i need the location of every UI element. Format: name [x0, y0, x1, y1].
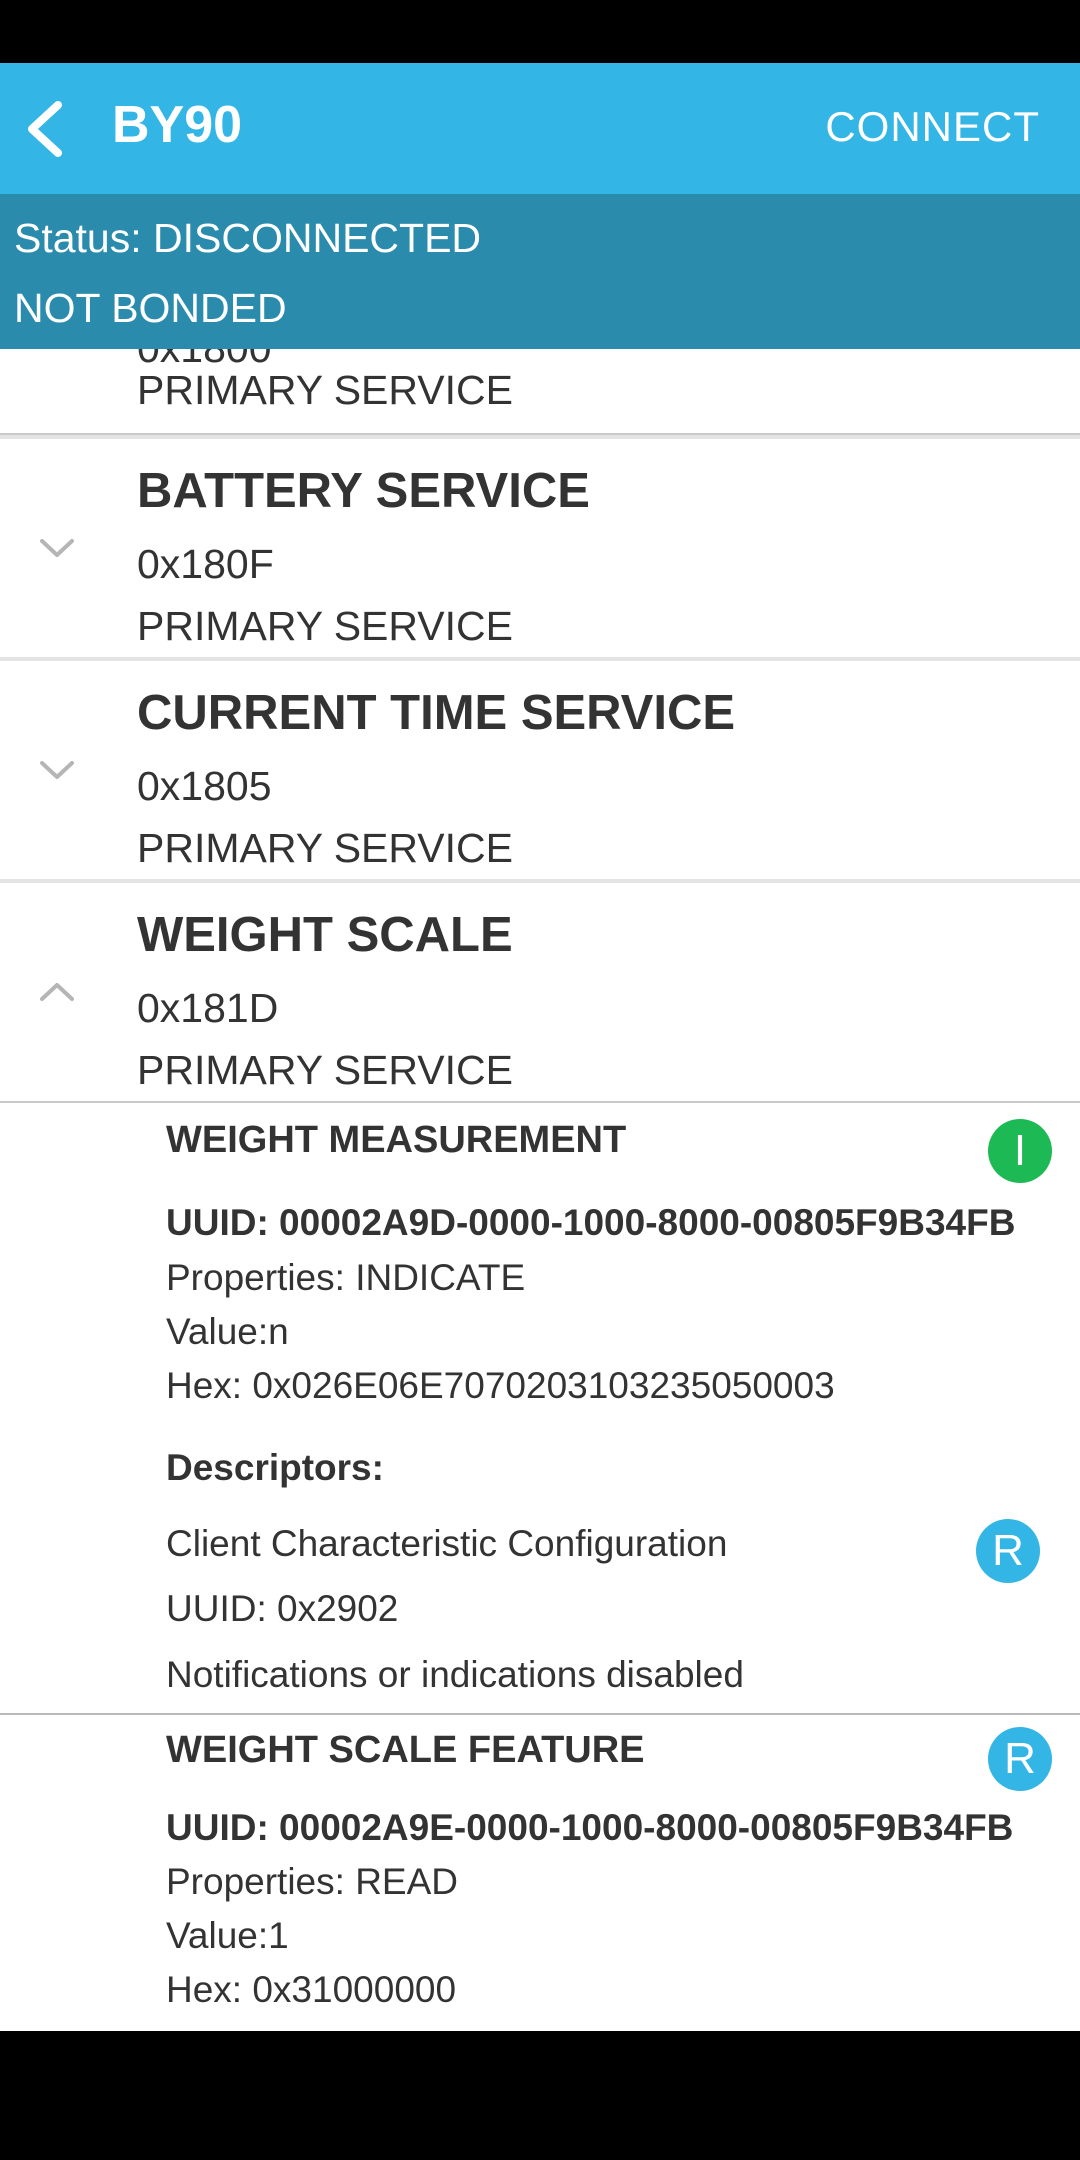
- connect-button[interactable]: CONNECT: [825, 99, 1040, 155]
- characteristic-name: WEIGHT MEASUREMENT: [166, 1119, 627, 1161]
- chevron-up-icon[interactable]: [38, 979, 76, 1005]
- characteristic-value: Value:n: [166, 1311, 289, 1352]
- service-name: WEIGHT SCALE: [137, 908, 513, 962]
- service-item-weight-scale[interactable]: WEIGHT SCALE 0x181D PRIMARY SERVICE: [0, 883, 1080, 1103]
- services-list[interactable]: 0x1800 PRIMARY SERVICE BATTERY SERVICE 0…: [0, 349, 1080, 2031]
- system-status-bar: [0, 0, 1080, 63]
- indicate-badge-icon[interactable]: I: [988, 1119, 1052, 1183]
- characteristic-name: WEIGHT SCALE FEATURE: [166, 1729, 645, 1771]
- service-uuid: 0x1805: [137, 763, 272, 809]
- service-uuid: 0x180F: [137, 541, 274, 587]
- characteristic-uuid: UUID: 00002A9D-0000-1000-8000-00805F9B34…: [166, 1202, 1016, 1243]
- service-item-generic-access[interactable]: 0x1800 PRIMARY SERVICE: [0, 349, 1080, 435]
- service-type: PRIMARY SERVICE: [137, 825, 513, 871]
- descriptor-value: Notifications or indications disabled: [166, 1654, 744, 1695]
- characteristic-properties: Properties: INDICATE: [166, 1257, 526, 1298]
- descriptors-label: Descriptors:: [166, 1447, 384, 1488]
- descriptor-name: Client Characteristic Configuration: [166, 1523, 728, 1564]
- system-navigation-bar: [0, 2031, 1080, 2160]
- service-uuid: 0x181D: [137, 985, 279, 1031]
- service-name: CURRENT TIME SERVICE: [137, 686, 736, 740]
- characteristic-uuid: UUID: 00002A9E-0000-1000-8000-00805F9B34…: [166, 1807, 1014, 1848]
- connection-status-panel: Status: DISCONNECTED NOT BONDED: [0, 194, 1080, 349]
- characteristic-value: Value:1: [166, 1915, 289, 1956]
- page-title: BY90: [112, 96, 243, 154]
- read-badge-icon[interactable]: R: [988, 1727, 1052, 1791]
- service-type: PRIMARY SERVICE: [137, 367, 513, 413]
- app-bar: BY90 CONNECT: [0, 63, 1080, 194]
- chevron-down-icon[interactable]: [38, 757, 76, 783]
- service-item-battery[interactable]: BATTERY SERVICE 0x180F PRIMARY SERVICE: [0, 439, 1080, 659]
- descriptor-uuid: UUID: 0x2902: [166, 1588, 399, 1629]
- read-badge-icon[interactable]: R: [976, 1519, 1040, 1583]
- service-type: PRIMARY SERVICE: [137, 1047, 513, 1093]
- connection-status-text: Status: DISCONNECTED: [14, 215, 482, 261]
- bond-status-text: NOT BONDED: [14, 285, 287, 331]
- service-name: BATTERY SERVICE: [137, 464, 590, 518]
- characteristic-hex: Hex: 0x026E06E707020310323505000​3: [166, 1365, 835, 1406]
- characteristic-item-weight-measurement[interactable]: WEIGHT MEASUREMENT I UUID: 00002A9D-0000…: [0, 1103, 1080, 1703]
- service-type: PRIMARY SERVICE: [137, 603, 513, 649]
- back-arrow-icon[interactable]: [18, 97, 82, 161]
- characteristic-hex: Hex: 0x31000000: [166, 1969, 457, 2010]
- characteristic-item-weight-scale-feature[interactable]: WEIGHT SCALE FEATURE R UUID: 00002A9E-00…: [0, 1715, 1080, 2031]
- characteristic-properties: Properties: READ: [166, 1861, 458, 1902]
- chevron-down-icon[interactable]: [38, 535, 76, 561]
- service-item-current-time[interactable]: CURRENT TIME SERVICE 0x1805 PRIMARY SERV…: [0, 661, 1080, 881]
